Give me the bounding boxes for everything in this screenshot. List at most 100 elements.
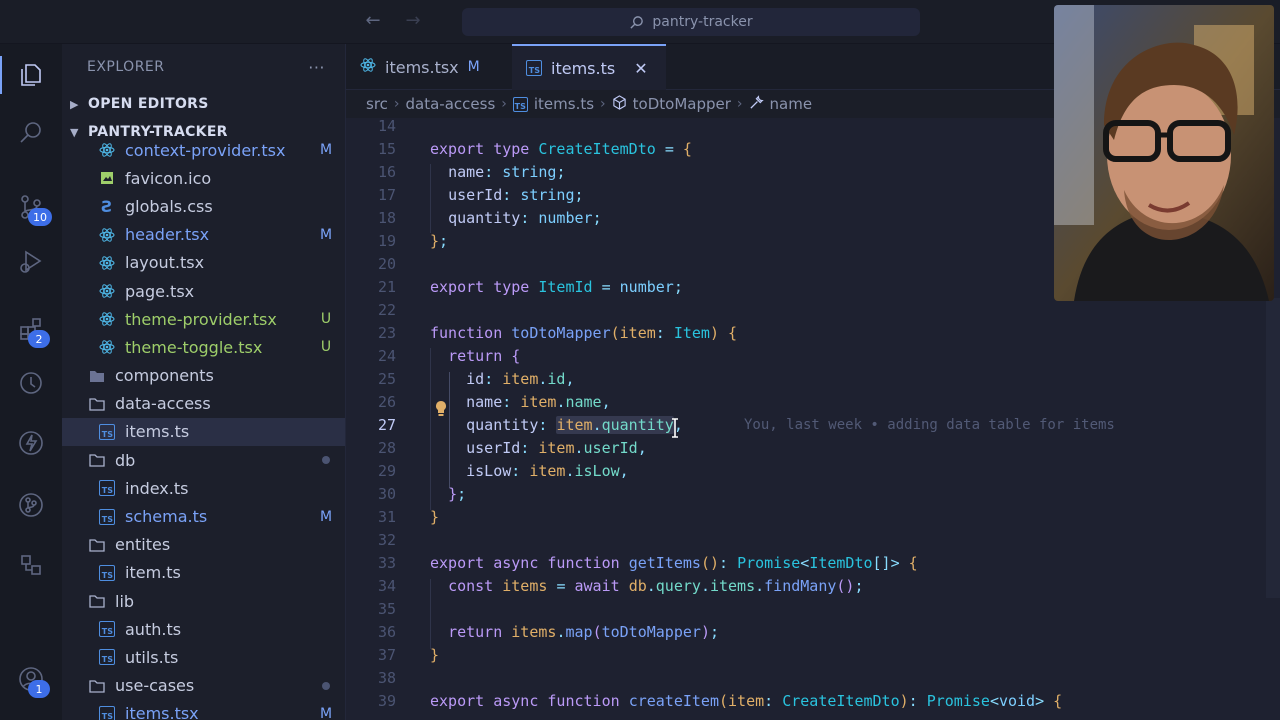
tab-items-ts[interactable]: TS items.ts ✕ [512, 44, 666, 90]
code-line: 30 }; [377, 484, 467, 503]
folder-open-icon [88, 677, 106, 695]
tree-item[interactable]: context-provider.tsx M [62, 136, 345, 164]
css-icon: Ƨ [101, 196, 113, 216]
folder-open-icon [88, 451, 106, 469]
code-line: 35 [377, 599, 396, 618]
tree-item-label: context-provider.tsx [125, 140, 286, 160]
chevron-right-icon: › [736, 96, 743, 112]
code-line: 25 id: item.id, [377, 369, 575, 388]
tree-item-label: data-access [115, 394, 211, 414]
webcam-overlay [1054, 5, 1274, 301]
tree-item-label: db [115, 450, 136, 470]
react-icon [98, 254, 116, 272]
remote-explorer-icon [20, 372, 42, 394]
folder-open-icon [88, 536, 106, 554]
extensions-activity[interactable]: 2 [0, 304, 62, 354]
remote-activity[interactable] [0, 358, 62, 408]
back-arrow-icon[interactable]: ← [362, 10, 384, 31]
tree-folder[interactable]: entites [62, 531, 345, 559]
tree-item[interactable]: TS index.ts [62, 474, 345, 502]
explorer-sidebar: EXPLORER ··· ▶ OPEN EDITORS ▼ PANTRY-TRA… [62, 44, 346, 720]
editor-scrollbar[interactable] [1266, 298, 1280, 598]
search-icon [630, 15, 644, 29]
typescript-icon: TS [526, 60, 542, 76]
breadcrumb-item[interactable]: items.ts [534, 95, 594, 113]
tree-item[interactable]: favicon.ico [62, 164, 345, 192]
tree-folder[interactable]: use-cases [62, 672, 345, 700]
tree-item[interactable]: TS utils.ts [62, 643, 345, 671]
typescript-icon: TS [98, 479, 116, 497]
containers-icon [21, 555, 41, 575]
git-graph-icon [19, 493, 43, 517]
code-line: 32 [377, 530, 396, 549]
open-editors-section[interactable]: ▶ OPEN EDITORS [62, 90, 345, 118]
git-status: M [319, 226, 333, 243]
tree-item[interactable]: Ƨ globals.css [62, 192, 345, 220]
tree-item[interactable]: theme-provider.tsx U [62, 305, 345, 333]
breadcrumb-item[interactable]: data-access [406, 95, 496, 113]
tree-item-label: layout.tsx [125, 253, 205, 273]
search-text: pantry-tracker [652, 14, 753, 30]
typescript-icon: TS [98, 648, 116, 666]
tree-item[interactable]: TS items.tsx M [62, 700, 345, 720]
nav-arrows: ← → [362, 10, 424, 31]
breadcrumb-item[interactable]: name [770, 95, 813, 113]
folder-icon [88, 367, 106, 385]
tree-item-label: favicon.ico [125, 168, 212, 188]
tab-items-tsx[interactable]: items.tsx M [346, 44, 512, 90]
explorer-header: EXPLORER ··· [62, 44, 345, 90]
forward-arrow-icon[interactable]: → [402, 10, 424, 31]
explorer-activity[interactable] [0, 50, 62, 100]
close-icon[interactable]: ✕ [634, 59, 647, 78]
containers-activity[interactable] [0, 540, 62, 590]
chevron-right-icon: › [600, 96, 606, 112]
react-icon [360, 57, 376, 77]
lightning-activity[interactable] [0, 418, 62, 468]
code-line: 26 name: item.name, [377, 392, 611, 411]
source-control-activity[interactable]: 10 [0, 182, 62, 232]
tree-folder[interactable]: db [62, 446, 345, 474]
git-graph-activity[interactable] [0, 480, 62, 530]
file-tree: context-provider.tsx M favicon.ico Ƨ glo… [62, 136, 345, 720]
tree-item-label: item.ts [125, 563, 181, 583]
tree-item-label: globals.css [125, 196, 213, 216]
git-status: M [319, 508, 333, 525]
chevron-right-icon: › [501, 96, 507, 112]
image-icon [98, 169, 116, 187]
tree-item-label: schema.ts [125, 507, 208, 527]
run-debug-activity[interactable] [0, 236, 62, 286]
git-blame-annotation: You, last week • adding data table for i… [744, 416, 1115, 433]
breadcrumb-item[interactable]: src [366, 95, 388, 113]
more-actions-icon[interactable]: ··· [308, 58, 325, 77]
code-line: 33 export async function getItems(): Prom… [377, 553, 918, 572]
lightbulb-icon[interactable] [434, 400, 448, 418]
tree-item[interactable]: page.tsx [62, 277, 345, 305]
tree-item-label: entites [115, 535, 171, 555]
code-line: 28 userId: item.userId, [377, 438, 647, 457]
tree-item[interactable]: header.tsx M [62, 221, 345, 249]
tree-item[interactable]: TS auth.ts [62, 615, 345, 643]
tree-item[interactable]: TS schema.ts M [62, 502, 345, 530]
git-status: M [319, 705, 333, 720]
tree-item-selected[interactable]: TS items.ts [62, 417, 345, 447]
tree-item-label: items.ts [125, 422, 190, 442]
react-icon [98, 310, 116, 328]
code-line: 23 function toDtoMapper(item: Item) { [377, 323, 738, 342]
tree-item[interactable]: TS item.ts [62, 559, 345, 587]
tree-item[interactable]: layout.tsx [62, 249, 345, 277]
tree-folder[interactable]: lib [62, 587, 345, 615]
explorer-title: EXPLORER [87, 59, 165, 75]
search-activity[interactable] [0, 108, 62, 158]
tree-folder[interactable]: data-access [62, 390, 345, 418]
accounts-activity[interactable]: 1 [0, 654, 62, 704]
typescript-icon: TS [98, 620, 116, 638]
react-icon [98, 141, 116, 159]
breadcrumb-item[interactable]: toDtoMapper [633, 95, 731, 113]
wrench-icon [749, 94, 764, 114]
react-icon [98, 338, 116, 356]
modified-dot [306, 678, 345, 694]
code-line: 29 isLow: item.isLow, [377, 461, 629, 480]
command-center-search[interactable]: pantry-tracker [462, 8, 920, 36]
tree-item[interactable]: theme-toggle.tsx U [62, 333, 345, 361]
tree-folder[interactable]: components [62, 362, 345, 390]
